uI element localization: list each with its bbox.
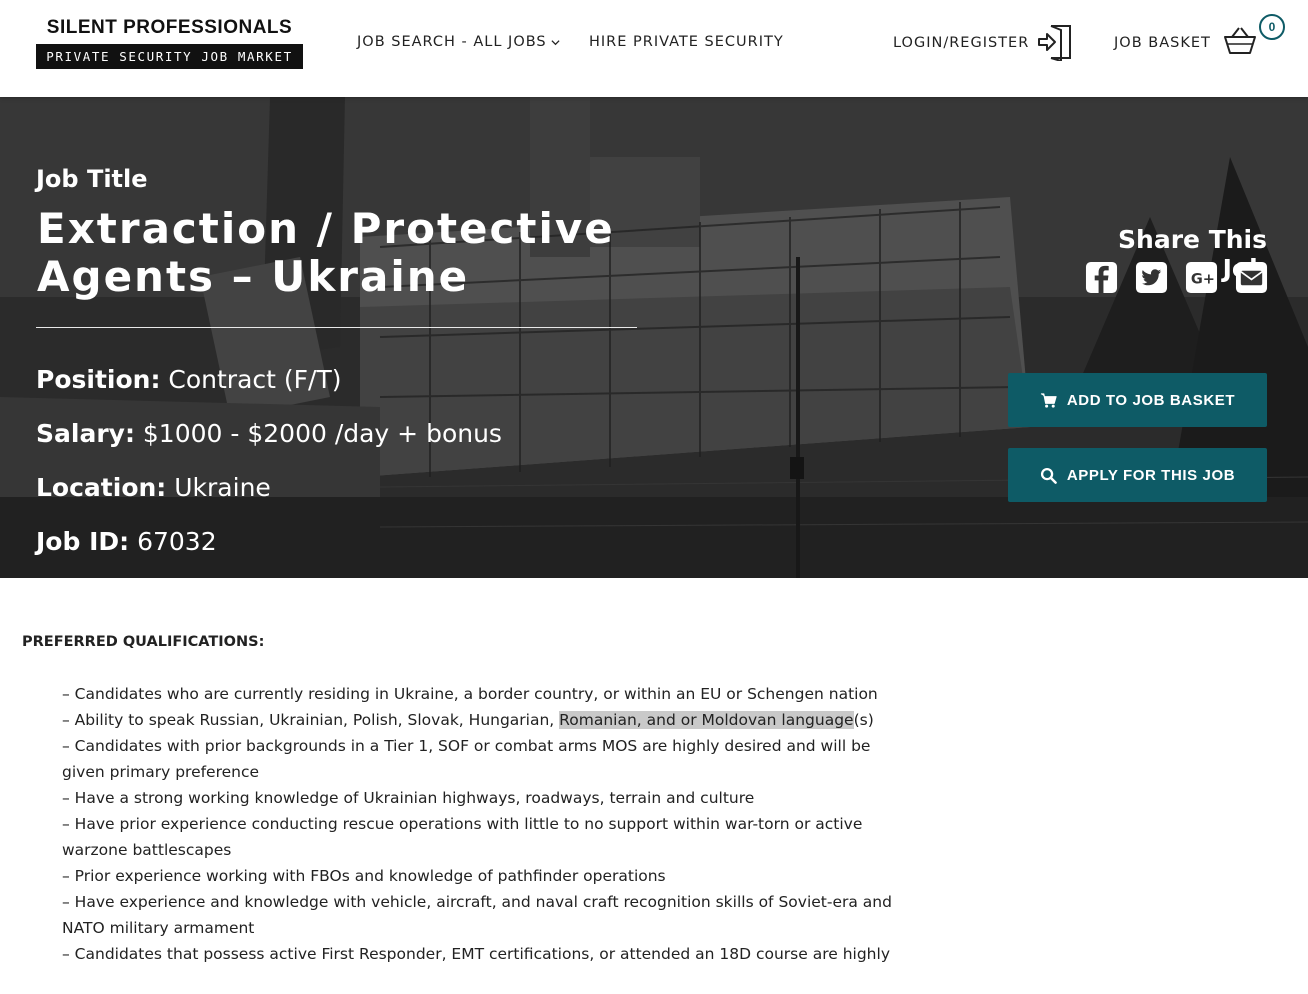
share-icons: G+ xyxy=(1085,261,1268,294)
list-item: – Prior experience working with FBOs and… xyxy=(62,867,666,885)
job-hero: Job Title Extraction / Protective Agents… xyxy=(0,97,1308,578)
job-position: Position: Contract (F/T) xyxy=(36,365,341,394)
cart-icon xyxy=(1040,392,1057,408)
hero-overlay xyxy=(0,97,1308,578)
nav-job-search[interactable]: JOB SEARCH - ALL JOBS xyxy=(357,34,560,50)
job-location: Location: Ukraine xyxy=(36,473,271,502)
salary-value: $1000 - $2000 /day + bonus xyxy=(142,419,502,448)
twitter-icon[interactable] xyxy=(1135,261,1168,294)
logo-title: SILENT PROFESSIONALS xyxy=(46,17,293,38)
facebook-icon[interactable] xyxy=(1085,261,1118,294)
jobid-label: Job ID: xyxy=(36,527,130,556)
job-id: Job ID: 67032 xyxy=(36,527,217,556)
apply-for-job-button[interactable]: APPLY FOR THIS JOB xyxy=(1008,448,1267,502)
job-salary: Salary: $1000 - $2000 /day + bonus xyxy=(36,419,502,448)
list-item: – Candidates that possess active First R… xyxy=(62,945,890,963)
basket-count-badge[interactable]: 0 xyxy=(1259,14,1285,40)
site-logo[interactable]: SILENT PROFESSIONALS PRIVATE SECURITY JO… xyxy=(36,17,303,69)
position-label: Position: xyxy=(36,365,161,394)
basket-icon[interactable] xyxy=(1222,26,1258,56)
location-value: Ukraine xyxy=(174,473,271,502)
list-item: – Candidates who are currently residing … xyxy=(62,685,878,703)
list-item: – Ability to speak Russian, Ukrainian, P… xyxy=(62,707,912,733)
add-to-job-basket-button[interactable]: ADD TO JOB BASKET xyxy=(1008,373,1267,427)
apply-for-job-label: APPLY FOR THIS JOB xyxy=(1066,466,1236,484)
nav-job-search-label: JOB SEARCH - ALL JOBS xyxy=(357,34,547,50)
chevron-down-icon xyxy=(551,39,560,45)
svg-text:G+: G+ xyxy=(1191,270,1215,287)
search-icon xyxy=(1040,467,1057,484)
location-label: Location: xyxy=(36,473,167,502)
list-item: – Candidates with prior backgrounds in a… xyxy=(62,737,871,781)
add-to-job-basket-label: ADD TO JOB BASKET xyxy=(1066,391,1236,409)
login-icon[interactable] xyxy=(1037,23,1073,61)
list-item: – Have experience and knowledge with veh… xyxy=(62,893,892,937)
logo-tagline: PRIVATE SECURITY JOB MARKET xyxy=(36,44,303,69)
salary-label: Salary: xyxy=(36,419,135,448)
nav-login-register[interactable]: LOGIN/REGISTER xyxy=(893,35,1029,51)
highlighted-text: Romanian, and or Moldovan language xyxy=(559,711,854,729)
email-icon[interactable] xyxy=(1235,261,1268,294)
list-item: – Have prior experience conducting rescu… xyxy=(62,815,863,859)
jobid-value: 67032 xyxy=(137,527,217,556)
nav-job-basket[interactable]: JOB BASKET xyxy=(1114,35,1211,51)
list-item-text: – Ability to speak Russian, Ukrainian, P… xyxy=(62,711,560,729)
qualifications-heading: PREFERRED QUALIFICATIONS: xyxy=(22,634,265,650)
title-divider xyxy=(36,327,637,328)
nav-hire-security[interactable]: HIRE PRIVATE SECURITY xyxy=(589,34,784,50)
job-title: Extraction / Protective Agents – Ukraine xyxy=(37,204,615,301)
site-header: SILENT PROFESSIONALS PRIVATE SECURITY JO… xyxy=(0,0,1308,97)
google-plus-icon[interactable]: G+ xyxy=(1185,261,1218,294)
list-item-text: (s) xyxy=(853,711,874,729)
list-item: – Have a strong working knowledge of Ukr… xyxy=(62,789,755,807)
position-value: Contract (F/T) xyxy=(168,365,342,394)
qualifications-list: – Candidates who are currently residing … xyxy=(62,681,912,967)
job-title-label: Job Title xyxy=(36,165,148,193)
